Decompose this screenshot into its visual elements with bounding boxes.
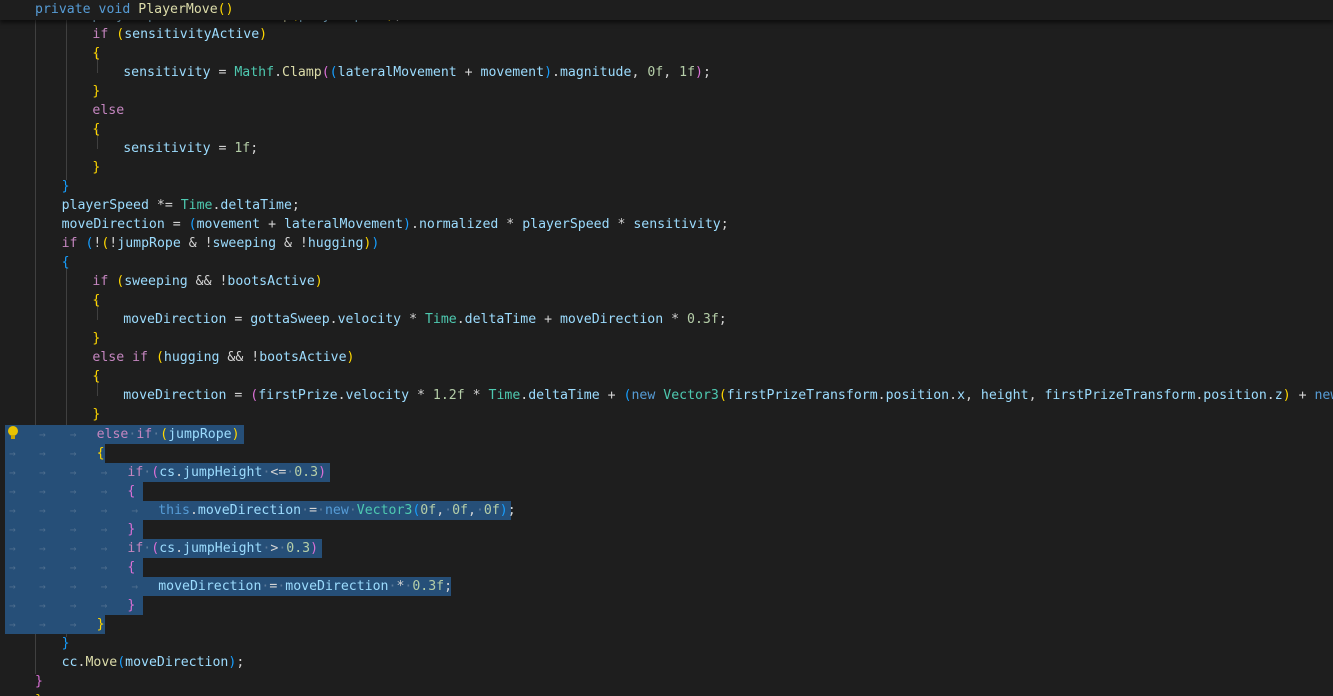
- code-line: }: [61, 636, 70, 651]
- code-line-selected: }: [0, 596, 1333, 615]
- code-editor[interactable]: playerSpeed = Mathf.Clamp(playerSpeed); …: [0, 20, 1333, 696]
- code-line-selected: this.moveDirection·=·new·Vector3(0f,·0f,…: [0, 501, 1333, 520]
- code-line: }: [92, 160, 101, 175]
- code-line: }: [35, 674, 43, 689]
- code-line-selected: }: [0, 520, 1333, 539]
- code-line: sensitivity = Mathf.Clamp((lateralMoveme…: [123, 65, 711, 80]
- code-line-selected: {: [0, 482, 1333, 501]
- code-line-selected: }: [0, 615, 1333, 634]
- code-line: else if (hugging && !bootsActive): [92, 350, 355, 365]
- code-line-selected: {: [0, 558, 1333, 577]
- code-line-selected: else·if·(jumpRope): [0, 425, 1333, 444]
- code-line: if (sensitivityActive): [92, 27, 268, 42]
- keyword-void: void: [98, 2, 131, 17]
- code-line: }: [92, 331, 101, 346]
- code-line: moveDirection = gottaSweep.velocity * Ti…: [123, 312, 727, 327]
- code-line: moveDirection = (movement + lateralMovem…: [61, 217, 729, 232]
- code-line: }: [92, 407, 101, 422]
- code-line: else: [92, 103, 125, 118]
- paren: (): [217, 2, 234, 17]
- lightbulb-icon[interactable]: [8, 426, 18, 440]
- code-line: {: [92, 293, 101, 308]
- code-line: {: [92, 369, 101, 384]
- code-line: moveDirection = (firstPrize.velocity * 1…: [123, 388, 1333, 403]
- sticky-scroll-header[interactable]: private void PlayerMove(): [0, 0, 1333, 20]
- code-line-selected: moveDirection·=·moveDirection·*·0.3f;: [0, 577, 1333, 596]
- code-line: }: [92, 84, 101, 99]
- code-line-selected: {: [0, 444, 1333, 463]
- keyword-private: private: [35, 2, 91, 17]
- code-line: {: [61, 255, 70, 270]
- code-line: if (!(!jumpRope & !sweeping & !hugging)): [61, 236, 380, 251]
- code-line: playerSpeed *= Time.deltaTime;: [61, 198, 300, 213]
- code-line: }: [61, 179, 70, 194]
- code-line: if (sweeping && !bootsActive): [92, 274, 323, 289]
- code-line: {: [92, 122, 101, 137]
- code-line: {: [92, 46, 101, 61]
- code-line: }: [0, 691, 1333, 696]
- code-line: sensitivity = 1f;: [123, 141, 259, 156]
- code-line-selected: if·(cs.jumpHeight·>·0.3): [0, 539, 1333, 558]
- code-line-selected: if·(cs.jumpHeight·<=·0.3): [0, 463, 1333, 482]
- code-line: cc.Move(moveDirection);: [61, 655, 245, 670]
- method-name: PlayerMove: [138, 2, 218, 17]
